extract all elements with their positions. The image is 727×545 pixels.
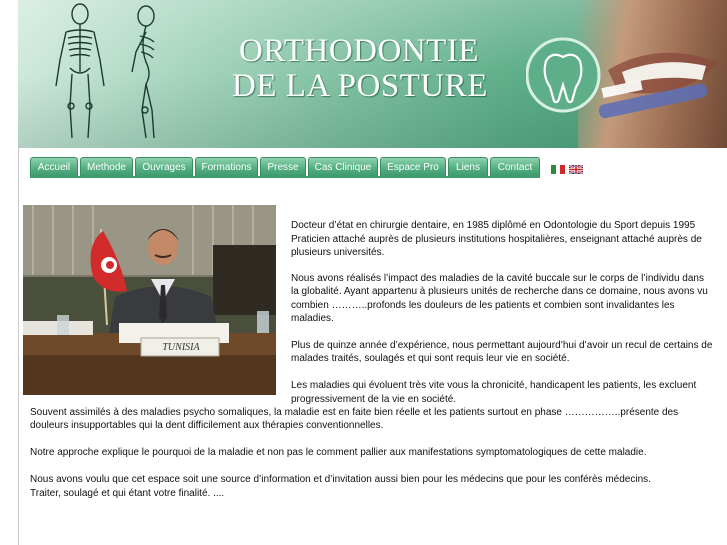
text-line: maladies. xyxy=(291,313,334,324)
text-line: progressivement de la vie en société. xyxy=(291,394,457,405)
doctor-photo-illustration xyxy=(23,205,276,395)
text-line: Souvent assimilés à des maladies psycho … xyxy=(30,407,679,418)
tooth-emblem-icon xyxy=(526,37,601,113)
tab-contact[interactable]: Contact xyxy=(490,157,540,176)
tab-liens[interactable]: Liens xyxy=(448,157,488,176)
tab-ouvrages[interactable]: Ouvrages xyxy=(135,157,193,176)
text-line: Nous avons réalisés l’impact des maladie… xyxy=(291,273,704,284)
text-line: plusieurs universités. xyxy=(291,247,385,258)
text-line: douleurs insupportables qui la dent diff… xyxy=(30,420,384,431)
site-title-line1: ORTHODONTIE xyxy=(239,33,479,69)
tab-accueil[interactable]: Accueil xyxy=(30,157,78,176)
nameplate-text: TUNISIA xyxy=(162,342,200,353)
tab-espace-pro[interactable]: Espace Pro xyxy=(380,157,446,176)
doctor-photo: TUNISIA xyxy=(23,205,276,395)
tab-cas-clinique[interactable]: Cas Clinique xyxy=(308,157,378,176)
site-title-line2: DE LA POSTURE xyxy=(232,68,488,104)
text-line: Plus de quinze année d’expérience, nous … xyxy=(291,340,713,351)
text-line: malades traités, soulagés et qui sont re… xyxy=(291,353,570,364)
text-line: combien ………..profonds les douleurs de le… xyxy=(291,300,675,311)
left-border xyxy=(18,148,19,545)
flag-uk-icon[interactable] xyxy=(569,165,583,174)
text-line: la globalité. Ayant appartenu à plusieur… xyxy=(291,286,708,297)
text-line: Praticien attaché auprès de plusieurs in… xyxy=(291,234,702,245)
text-line: Notre approche explique le pourquoi de l… xyxy=(30,447,647,458)
header-banner: ORTHODONTIE DE LA POSTURE xyxy=(18,0,727,148)
text-line: Traiter, soulagé et qui étant votre fina… xyxy=(30,488,225,499)
flag-italy-icon[interactable] xyxy=(551,165,565,174)
tab-methode[interactable]: Methode xyxy=(80,157,133,176)
text-line: Docteur d’état en chirurgie dentaire, en… xyxy=(291,220,696,231)
skeleton-illustration xyxy=(55,3,155,139)
page: ORTHODONTIE DE LA POSTURE Accueil Method… xyxy=(0,0,727,545)
text-line: Les maladies qui évoluent très vite vous… xyxy=(291,380,697,391)
tab-presse[interactable]: Presse xyxy=(260,157,306,176)
nav-underline xyxy=(30,176,540,178)
tab-formations[interactable]: Formations xyxy=(195,157,258,176)
text-line: Nous avons voulu que cet espace soit une… xyxy=(30,474,651,485)
